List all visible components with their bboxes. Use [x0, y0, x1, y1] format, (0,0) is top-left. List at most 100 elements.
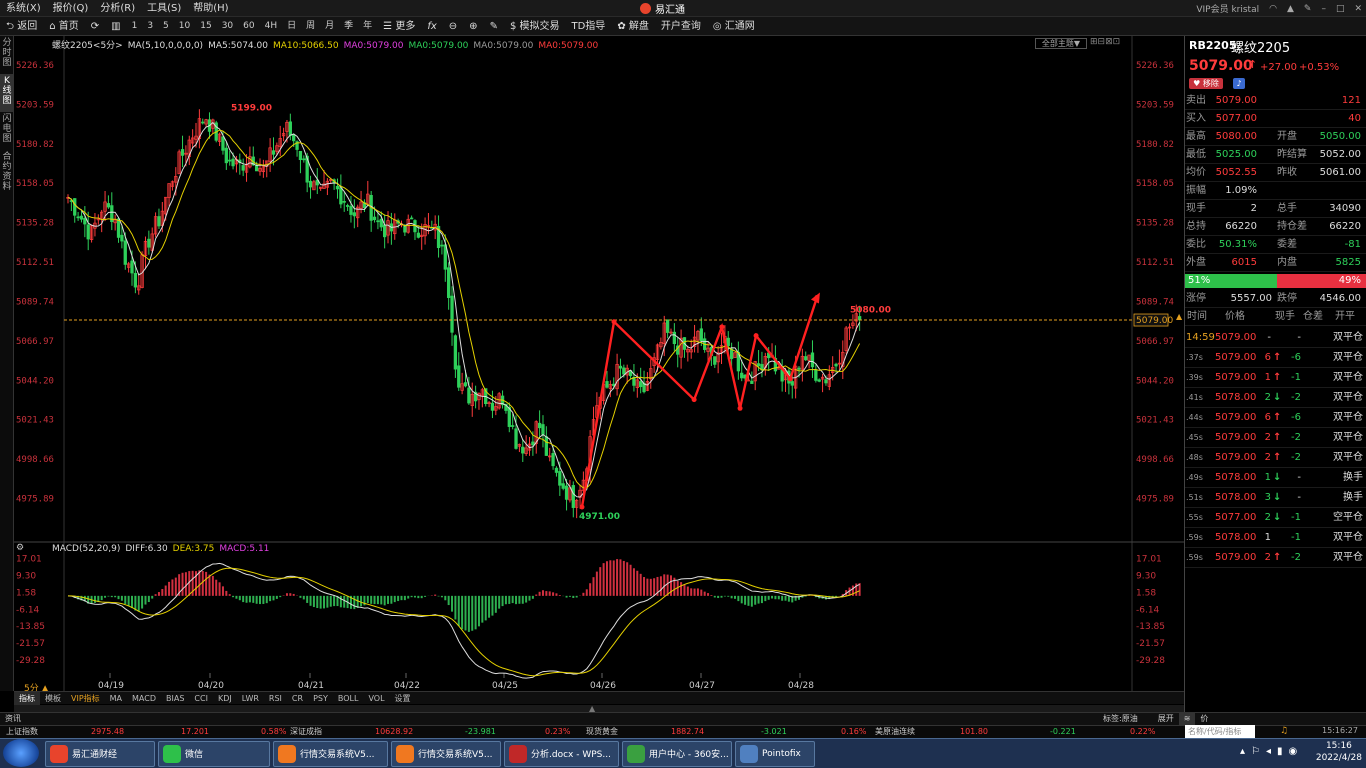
huitong-button[interactable]: ◎ 汇通网 [707, 17, 761, 36]
indicator-tab-6[interactable]: CCI [189, 692, 213, 705]
period-button-11[interactable]: 季 [339, 17, 358, 36]
candle-body [537, 422, 542, 429]
expand-button[interactable]: 展开 [1153, 713, 1179, 725]
menu-quote[interactable]: 报价(Q) [53, 0, 89, 17]
alert-bell-icon[interactable]: ♪ [1233, 78, 1245, 89]
trade-header-cell: 价格 [1225, 311, 1245, 322]
period-button-0[interactable]: 1 [127, 17, 143, 36]
candle-body [622, 367, 626, 375]
quote-value-2: 121 [1341, 95, 1361, 106]
headset-icon[interactable]: ◠ [1269, 4, 1277, 14]
user-label[interactable]: VIP会员 kristal [1196, 2, 1259, 15]
indicator-tab-3[interactable]: MA [105, 692, 127, 705]
tag-filter[interactable]: 标签:原油 [1098, 713, 1143, 725]
indicator-tab-4[interactable]: MACD [127, 692, 161, 705]
indicator-tab-14[interactable]: 设置 [390, 692, 416, 705]
quote-value: 50.31% [1218, 239, 1257, 250]
kline-icon[interactable]: ▥ [105, 17, 126, 36]
indicator-tab-9[interactable]: RSI [264, 692, 287, 705]
skin-icon[interactable]: ✎ [1304, 4, 1312, 14]
candle-body [440, 244, 444, 247]
taskbar-item-1[interactable]: 微信 [158, 740, 270, 767]
indicator-tab-8[interactable]: LWR [237, 692, 264, 705]
indicator-tab-2[interactable]: VIP指标 [66, 692, 105, 705]
trade-price: 5079.00 [1215, 372, 1257, 383]
menu-system[interactable]: 系统(X) [6, 0, 41, 17]
macd-y-tick-right: 17.01 [1136, 555, 1162, 565]
remove-watch-button[interactable]: ♥ 移除 [1189, 78, 1223, 89]
indicator-tab-0[interactable]: 指标 [14, 691, 40, 705]
period-button-7[interactable]: 4H [260, 17, 283, 36]
back-button[interactable]: ⮌ 返回 [0, 17, 43, 36]
tray-icons[interactable]: ▴⚐◂▮◉ [1240, 746, 1303, 757]
taskbar-item-3[interactable]: 行情交易系统V5... [391, 740, 501, 767]
period-button-1[interactable]: 3 [142, 17, 158, 36]
view-tab-kline[interactable]: K线图 [0, 74, 14, 112]
stock-icon[interactable]: ≋ [1178, 713, 1196, 725]
period-button-2[interactable]: 5 [158, 17, 174, 36]
trade-type: 双平仓 [1333, 392, 1363, 403]
indicator-tab-13[interactable]: VOL [363, 692, 389, 705]
close-icon[interactable]: ✕ [1354, 4, 1362, 14]
period-button-6[interactable]: 60 [238, 17, 259, 36]
view-tab-timeline[interactable]: 分时图 [0, 36, 14, 74]
menu-analysis[interactable]: 分析(R) [100, 0, 135, 17]
quote-change: +27.00 [1260, 62, 1298, 73]
trade-row: .59s 5078.00 1 -1 双平仓 [1185, 528, 1366, 548]
macd-settings-icon[interactable]: ⚙ [16, 543, 24, 553]
theme-select[interactable]: 全部主题▼ [1035, 38, 1087, 49]
draw-pen-icon[interactable]: ✎ [484, 17, 504, 36]
period-button-12[interactable]: 年 [358, 17, 377, 36]
chart-scrollbar[interactable]: ▲ [14, 705, 1184, 713]
trade-dir-icon: ↑ [1273, 352, 1282, 363]
notify-bell-icon[interactable]: ♫ [1280, 726, 1288, 736]
menu-help[interactable]: 帮助(H) [193, 0, 228, 17]
period-button-8[interactable]: 日 [282, 17, 301, 36]
view-tab-flash[interactable]: 闪电图 [0, 112, 14, 150]
period-button-3[interactable]: 10 [174, 17, 195, 36]
td-guide-button[interactable]: TD指导 [566, 17, 612, 36]
period-button-9[interactable]: 周 [301, 17, 320, 36]
refresh-icon[interactable]: ⟳ [85, 17, 105, 36]
taskbar-item-0[interactable]: 易汇通财经 [45, 740, 155, 767]
candle-body [834, 363, 838, 367]
period-button-5[interactable]: 30 [217, 17, 238, 36]
candle-body [345, 205, 350, 207]
news-tab[interactable]: 资讯 [0, 713, 26, 725]
period-button-10[interactable]: 月 [320, 17, 339, 36]
formula-button[interactable]: fx [421, 17, 442, 36]
indicator-tab-11[interactable]: PSY [308, 692, 333, 705]
maximize-icon[interactable]: □ [1336, 4, 1345, 14]
menu-tools[interactable]: 工具(S) [147, 0, 181, 17]
taskbar-item-2[interactable]: 行情交易系统V5... [273, 740, 388, 767]
taskbar-item-5[interactable]: 用户中心 - 360安... [622, 740, 732, 767]
home-button[interactable]: ⌂ 首页 [43, 17, 85, 36]
bell-icon[interactable]: ▲ [1287, 4, 1294, 14]
view-tab-contract[interactable]: 合约资料 [0, 150, 14, 198]
indicator-tab-12[interactable]: BOLL [333, 692, 364, 705]
zoom-out-icon[interactable]: ⊖ [443, 17, 463, 36]
start-button[interactable] [3, 739, 39, 767]
system-clock[interactable]: 15:16 2022/4/28 [1316, 740, 1362, 764]
y-tick-label-left: 5226.36 [16, 61, 54, 71]
unlock-button[interactable]: ✿ 解盘 [611, 17, 655, 36]
indicator-tab-1[interactable]: 模板 [40, 692, 66, 705]
sim-trade-button[interactable]: $ 模拟交易 [504, 17, 566, 36]
kline-chart[interactable]: 5226.36 5226.36 5203.59 5203.59 5180.82 5180.… [14, 36, 1184, 691]
search-input[interactable]: 名称/代码/指标 [1185, 725, 1255, 738]
layout-icons[interactable]: ⊞⊟⊠⊡ [1090, 37, 1120, 47]
taskbar-item-6[interactable]: Pointofix [735, 740, 815, 767]
more-button[interactable]: ☰ 更多 [377, 17, 421, 36]
indicator-tab-10[interactable]: CR [287, 692, 308, 705]
candle-body [531, 441, 535, 446]
ticker-change: 17.201 [181, 727, 209, 736]
indicator-tab-7[interactable]: KDJ [213, 692, 237, 705]
price-tab[interactable]: 价 [1195, 713, 1213, 725]
minimize-icon[interactable]: – [1321, 4, 1326, 14]
taskbar-item-4[interactable]: 分析.docx - WPS... [504, 740, 619, 767]
scroll-up-icon[interactable]: ▲ [589, 705, 609, 713]
zoom-in-icon[interactable]: ⊕ [463, 17, 483, 36]
account-query-button[interactable]: 开户查询 [655, 17, 707, 36]
indicator-tab-5[interactable]: BIAS [161, 692, 189, 705]
period-button-4[interactable]: 15 [195, 17, 216, 36]
